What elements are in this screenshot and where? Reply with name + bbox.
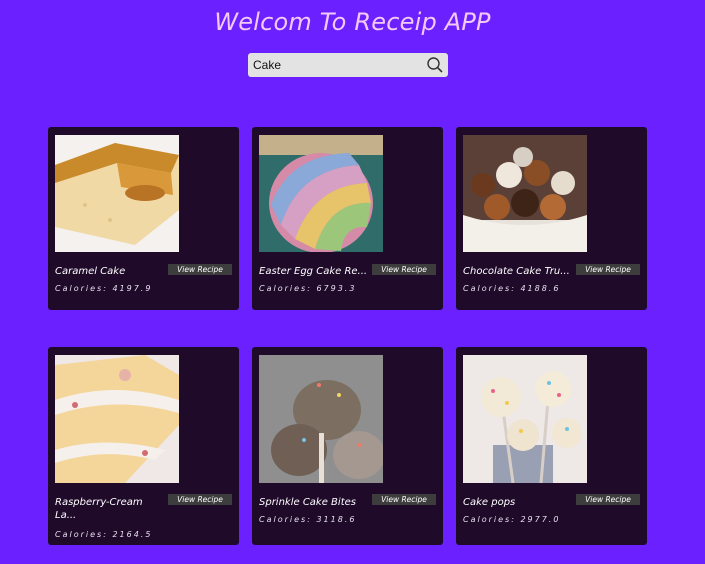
view-recipe-button[interactable]: View Recipe [372,494,436,505]
recipe-calories: Calories: 2977.0 [463,515,561,524]
recipe-card: Chocolate Cake Tru... View Recipe Calori… [456,127,647,310]
search-icon[interactable] [426,56,444,74]
recipe-name: Raspberry-Cream La... [55,497,143,521]
page-title: Welcom To Receip APP [214,8,491,36]
recipe-card: Raspberry-Cream La... View Recipe Calori… [48,347,239,545]
recipe-card: Sprinkle Cake Bites View Recipe Calories… [252,347,443,545]
view-recipe-button[interactable]: View Recipe [168,494,232,505]
recipe-name: Easter Egg Cake Re... [259,266,368,277]
recipe-name: Cake pops [463,497,516,508]
search-input[interactable] [248,53,429,77]
recipe-image [259,355,383,483]
view-recipe-button[interactable]: View Recipe [372,264,436,275]
recipe-card: Easter Egg Cake Re... View Recipe Calori… [252,127,443,310]
view-recipe-button[interactable]: View Recipe [576,494,640,505]
recipe-image [55,135,179,252]
recipe-calories: Calories: 4188.6 [463,284,561,293]
recipe-card: Caramel Cake View Recipe Calories: 4197.… [48,127,239,310]
search-bar [248,53,448,77]
recipe-name: Sprinkle Cake Bites [259,497,356,508]
recipe-image [463,355,587,483]
recipe-image [55,355,179,483]
recipe-name: Chocolate Cake Tru... [463,266,570,277]
recipe-image [463,135,587,252]
recipe-calories: Calories: 4197.9 [55,284,153,293]
view-recipe-button[interactable]: View Recipe [168,264,232,275]
recipe-name: Caramel Cake [55,266,126,277]
recipe-calories: Calories: 6793.3 [259,284,357,293]
recipe-calories: Calories: 3118.6 [259,515,357,524]
recipe-calories: Calories: 2164.5 [55,530,153,539]
view-recipe-button[interactable]: View Recipe [576,264,640,275]
recipe-image [259,135,383,252]
recipe-card: Cake pops View Recipe Calories: 2977.0 [456,347,647,545]
